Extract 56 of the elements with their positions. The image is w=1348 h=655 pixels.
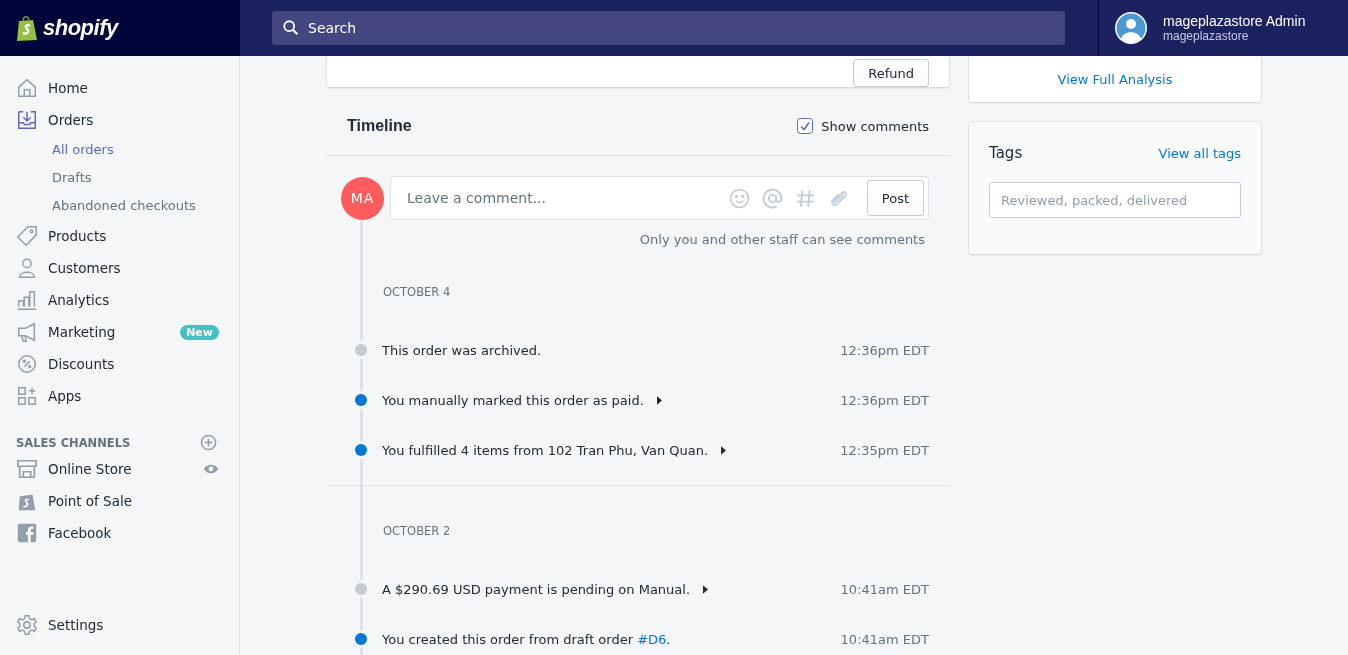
- refund-button[interactable]: Refund: [853, 59, 929, 87]
- nav-item[interactable]: Online Store: [0, 453, 239, 485]
- nav-item[interactable]: Apps: [0, 380, 239, 412]
- comment-note: Only you and other staff can see comments: [638, 231, 926, 247]
- sub-nav-item[interactable]: Abandoned checkouts: [0, 192, 239, 220]
- event-time: 12:35pm EDT: [840, 442, 929, 458]
- brand-name: shopify: [43, 15, 118, 41]
- eye-icon[interactable]: [203, 463, 219, 475]
- event-time: 10:41am EDT: [840, 581, 929, 597]
- nav-item[interactable]: Products: [0, 220, 239, 252]
- avatar: MA: [341, 176, 384, 220]
- user-name: mageplazastore Admin: [1163, 13, 1306, 29]
- expand-icon[interactable]: [656, 395, 662, 405]
- event-time: 10:41am EDT: [840, 631, 929, 647]
- checkbox[interactable]: [797, 118, 814, 134]
- tags-field[interactable]: Reviewed, packed, delivered: [989, 182, 1241, 218]
- event-text: A $290.69 USD payment is pending on Manual.: [382, 581, 691, 597]
- store-name: mageplazastore: [1163, 29, 1250, 43]
- event-text: This order was archived.: [382, 342, 542, 358]
- date-heading: OCTOBER 4: [382, 284, 452, 301]
- event-text: You fulfilled 4 items from 102 Tran Phu, Van Quan.: [382, 442, 709, 458]
- event-time: 12:36pm EDT: [840, 342, 929, 358]
- comment-field[interactable]: Leave a comment... Post: [390, 176, 929, 220]
- timeline-title: Timeline: [347, 117, 412, 135]
- tags-title: Tags: [989, 144, 1023, 162]
- nav-item[interactable]: Point of Sale: [0, 485, 239, 517]
- expand-icon[interactable]: [721, 445, 727, 455]
- nav-item[interactable]: Customers: [0, 252, 239, 284]
- event-time: 12:36pm EDT: [840, 392, 929, 408]
- emoji-icon[interactable]: [728, 187, 750, 209]
- checkbox-label: Show comments: [821, 118, 929, 134]
- new-badge: New: [180, 324, 219, 340]
- nav-item[interactable]: Marketing New: [0, 316, 239, 348]
- view-tags-link[interactable]: View all tags: [1158, 145, 1241, 161]
- nav-item[interactable]: Analytics: [0, 284, 239, 316]
- mention-icon[interactable]: [761, 187, 783, 209]
- hashtag-icon[interactable]: [794, 187, 816, 209]
- nav-item[interactable]: Discounts: [0, 348, 239, 380]
- nav-item[interactable]: Orders: [0, 104, 239, 136]
- nav-item[interactable]: Home: [0, 72, 239, 104]
- avatar-icon[interactable]: [1115, 12, 1147, 44]
- date-heading: OCTOBER 2: [382, 523, 452, 540]
- expand-icon[interactable]: [703, 584, 709, 594]
- nav-item[interactable]: Settings: [0, 609, 239, 641]
- post-button[interactable]: Post: [866, 180, 924, 216]
- nav-item[interactable]: Facebook: [0, 517, 239, 549]
- event-text: You created this order from draft order #D6.: [382, 631, 671, 647]
- event-text: You manually marked this order as paid.: [382, 392, 644, 408]
- search-icon: [282, 19, 300, 37]
- section-heading: SALES CHANNELS: [16, 435, 131, 450]
- search-field[interactable]: Search: [272, 11, 1065, 45]
- logo-bag-icon: [15, 14, 39, 42]
- sub-nav-item[interactable]: Drafts: [0, 164, 239, 192]
- sub-nav-item[interactable]: All orders: [0, 136, 239, 164]
- analysis-link[interactable]: View Full Analysis: [1057, 71, 1173, 87]
- add-icon[interactable]: [200, 434, 217, 451]
